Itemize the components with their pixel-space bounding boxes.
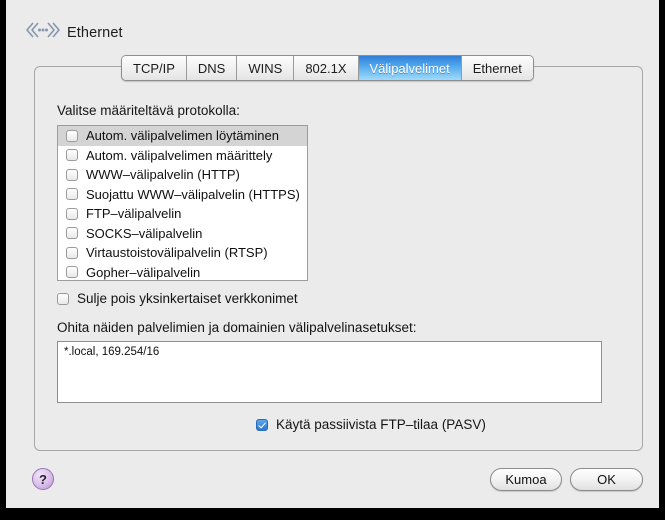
protocol-checkbox[interactable] (66, 207, 78, 220)
preferences-sheet: Ethernet TCP/IP DNS WINS 802.1X Välipalv… (6, 0, 659, 508)
tab-8021x[interactable]: 802.1X (294, 56, 359, 80)
tab-tcpip[interactable]: TCP/IP (122, 56, 187, 80)
list-item-label: Suojattu WWW–välipalvelin (HTTPS) (86, 186, 300, 202)
list-item-label: Gopher–välipalvelin (86, 264, 201, 280)
protocol-checkbox[interactable] (66, 227, 78, 240)
cancel-button[interactable]: Kumoa (490, 468, 562, 491)
list-item[interactable]: WWW–välipalvelin (HTTP) (58, 165, 307, 185)
list-item-label: Virtaustoistovälipalvelin (RTSP) (86, 245, 268, 261)
passive-ftp-checkbox[interactable]: Käytä passiivista FTP–tilaa (PASV) (256, 417, 486, 432)
sheet-header: Ethernet (6, 0, 659, 50)
bypass-list-label: Ohita näiden palvelimien ja domainien vä… (57, 320, 417, 335)
bypass-list-input[interactable]: *.local, 169.254/16 (57, 341, 602, 403)
checkbox-box[interactable] (256, 418, 268, 431)
protocol-checkbox[interactable] (66, 188, 78, 201)
protocol-checkbox[interactable] (66, 246, 78, 259)
list-item[interactable]: SOCKS–välipalvelin (58, 224, 307, 244)
tab-bar: TCP/IP DNS WINS 802.1X Välipalvelimet Et… (121, 55, 534, 81)
list-item[interactable]: Autom. välipalvelimen löytäminen (58, 126, 307, 146)
proxies-panel: Valitse määriteltävä protokolla: Autom. … (34, 66, 643, 451)
passive-ftp-label: Käytä passiivista FTP–tilaa (PASV) (276, 417, 486, 432)
protocol-checkbox[interactable] (66, 168, 78, 181)
exclude-simple-hostnames-label: Sulje pois yksinkertaiset verkkonimet (77, 291, 298, 306)
exclude-simple-hostnames-checkbox[interactable]: Sulje pois yksinkertaiset verkkonimet (57, 291, 298, 306)
list-item-label: WWW–välipalvelin (HTTP) (86, 167, 240, 183)
list-item[interactable]: Gopher–välipalvelin (58, 263, 307, 281)
list-item[interactable]: Suojattu WWW–välipalvelin (HTTPS) (58, 185, 307, 205)
protocol-checkbox[interactable] (66, 149, 78, 162)
list-item-label: Autom. välipalvelimen löytäminen (86, 128, 279, 144)
help-button[interactable]: ? (32, 468, 54, 490)
list-item[interactable]: Autom. välipalvelimen määrittely (58, 146, 307, 166)
protocol-checkbox[interactable] (66, 266, 78, 279)
list-item[interactable]: FTP–välipalvelin (58, 204, 307, 224)
list-item-label: SOCKS–välipalvelin (86, 225, 203, 241)
ethernet-icon (24, 18, 62, 42)
list-item-label: Autom. välipalvelimen määrittely (86, 147, 273, 163)
ok-button[interactable]: OK (570, 468, 643, 491)
protocol-checkbox[interactable] (66, 129, 78, 142)
protocol-list-label: Valitse määriteltävä protokolla: (57, 103, 240, 118)
list-item-label: FTP–välipalvelin (86, 206, 182, 222)
tab-wins[interactable]: WINS (237, 56, 295, 80)
tab-proxies[interactable]: Välipalvelimet (358, 56, 462, 80)
checkbox-box[interactable] (57, 292, 69, 305)
tab-dns[interactable]: DNS (186, 56, 238, 80)
tab-ethernet[interactable]: Ethernet (461, 56, 533, 80)
page-title: Ethernet (67, 25, 123, 41)
list-item[interactable]: Virtaustoistovälipalvelin (RTSP) (58, 243, 307, 263)
protocol-list[interactable]: Autom. välipalvelimen löytäminen Autom. … (57, 125, 308, 281)
